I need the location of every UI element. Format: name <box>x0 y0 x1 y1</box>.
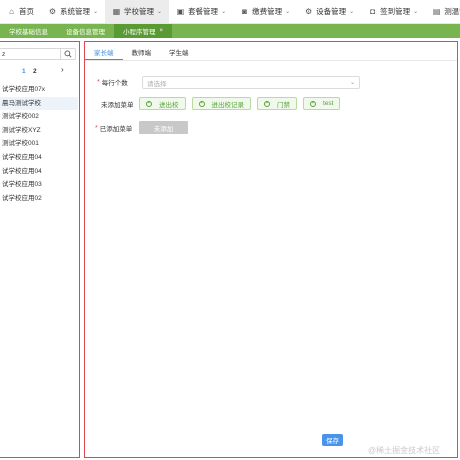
nav-item-label: 首页 <box>19 7 34 16</box>
nav-item-2[interactable]: ▦ 学校管理 ⌄ <box>105 0 170 23</box>
page-2[interactable]: 2 <box>33 68 37 75</box>
school-list-item[interactable]: 试学校应用04 <box>0 165 78 179</box>
school-list-item[interactable]: 晨马测试学校 <box>0 96 78 111</box>
school-list: 试学校应用07x 晨马测试学校 测试学校002 测试学校XYZ 测试学校001 试学校应用… <box>0 83 78 205</box>
page-tabs-bar: 学校基础信息 设备信息管理 小程序管理 × <box>0 24 460 38</box>
required-mark: * <box>97 78 100 86</box>
not-added-menu-label: 未添加菜单 <box>101 102 134 109</box>
nav-item-1[interactable]: ⚙ 系统管理 ⌄ <box>41 0 105 23</box>
client-tab-1[interactable]: 教师端 <box>123 44 161 60</box>
page-tab-2[interactable]: 小程序管理 × <box>114 24 173 38</box>
nav-item-label: 缴费管理 <box>252 7 283 16</box>
chevron-down-icon: ⌄ <box>157 9 163 15</box>
camera-icon: ◙ <box>242 7 248 16</box>
nav-item-label: 套餐管理 <box>188 7 219 16</box>
page-tab-1[interactable]: 设备信息管理 <box>57 24 114 38</box>
nav-item-3[interactable]: ▣ 套餐管理 ⌄ <box>169 0 233 23</box>
add-menu-label: test <box>323 100 334 107</box>
chevron-down-icon: ⌄ <box>413 9 419 15</box>
search-icon <box>64 50 72 58</box>
required-mark: * <box>95 124 98 132</box>
pagination: 1 2 › <box>0 65 76 76</box>
chevron-down-icon: ⌄ <box>285 9 291 15</box>
school-list-panel: z 1 2 › 试学校应用07x 晨马测试学校 测试学校002 测试学校XYZ 测试学校… <box>0 41 80 458</box>
school-list-item[interactable]: 测试学校001 <box>0 137 78 151</box>
school-list-item[interactable]: 测试学校XYZ <box>0 124 78 138</box>
search-button[interactable] <box>60 49 75 59</box>
select-placeholder: 请选择 <box>147 80 167 88</box>
client-tabs: 家长端 教师端 学生端 <box>85 44 457 61</box>
page-tab-label: 小程序管理 <box>123 29 156 36</box>
add-menu-button[interactable]: + 进出校记录 <box>191 97 251 110</box>
client-tab-0[interactable]: 家长端 <box>85 44 123 60</box>
add-menu-button[interactable]: + 进出校 <box>139 97 186 110</box>
save-button[interactable]: 保存 <box>322 434 343 446</box>
chevron-down-icon: ⌄ <box>93 9 99 15</box>
added-menu-empty-button[interactable]: 未添加 <box>139 121 188 134</box>
gear-icon: ⚙ <box>305 7 313 16</box>
nav-item-7[interactable]: ▤测温管理⌄ <box>425 0 460 23</box>
nav-item-4[interactable]: ◙ 缴费管理 ⌄ <box>233 0 297 23</box>
add-menu-button[interactable]: + test <box>303 97 341 110</box>
nav-item-label: 学校管理 <box>124 7 155 16</box>
not-added-menu-list: + 进出校 + 进出校记录 + 门禁 + test <box>139 97 341 110</box>
school-search: z <box>0 48 76 60</box>
plus-circle-icon: + <box>264 100 270 107</box>
chevron-down-icon: ⌄ <box>349 80 355 86</box>
page-1[interactable]: 1 <box>22 68 26 75</box>
briefcase-icon: ▣ <box>176 7 185 16</box>
top-nav: ⌂ 首页 ⚙ 系统管理 ⌄ ▦ 学校管理 ⌄ ▣ 套餐管理 ⌄ ◙ 缴费管理 ⌄ ⚙ 设备管理 ⌄ ◘ 签到管理 ⌄ ▤… <box>0 0 460 24</box>
per-row-select[interactable]: 请选择 ⌄ <box>142 76 360 89</box>
thermometer-icon: ▤ <box>432 7 441 16</box>
added-menu-label: * 已添加菜单 <box>95 124 133 134</box>
school-list-item[interactable]: 试学校应用07x <box>0 83 78 97</box>
nav-item-label: 测温管理 <box>444 7 460 16</box>
school-list-item[interactable]: 试学校应用04 <box>0 151 78 165</box>
page-tab-label: 学校基础信息 <box>9 29 48 36</box>
plus-circle-icon: + <box>310 100 316 107</box>
nav-item-label: 签到管理 <box>380 7 411 16</box>
chevron-down-icon: ⌄ <box>349 9 355 15</box>
watermark: @稀土掘金技术社区 <box>368 446 441 455</box>
school-list-item[interactable]: 试学校应用02 <box>0 192 78 206</box>
add-menu-label: 进出校 <box>159 101 179 109</box>
plus-circle-icon: + <box>198 100 205 107</box>
nav-item-0[interactable]: ⌂ 首页 <box>0 0 41 23</box>
chevron-down-icon: ⌄ <box>221 9 227 15</box>
search-input[interactable]: z <box>0 51 60 58</box>
page-tab-0[interactable]: 学校基础信息 <box>0 24 57 38</box>
plus-circle-icon: + <box>146 100 152 107</box>
page-tab-label: 设备信息管理 <box>66 29 105 36</box>
add-menu-label: 门禁 <box>277 101 290 109</box>
add-menu-label: 进出校记录 <box>211 101 245 109</box>
add-menu-button[interactable]: + 门禁 <box>257 97 297 110</box>
close-icon[interactable]: × <box>160 28 164 34</box>
gear-icon: ⚙ <box>48 7 57 16</box>
nav-item-label: 系统管理 <box>60 7 90 16</box>
nav-item-5[interactable]: ⚙ 设备管理 ⌄ <box>297 0 361 23</box>
school-list-item[interactable]: 测试学校002 <box>0 110 78 124</box>
home-icon: ⌂ <box>9 7 14 16</box>
miniprogram-config-panel: 家长端 教师端 学生端 * 每行个数 请选择 ⌄ 未添加菜单 + 进出校 + 进出校记录 +… <box>84 41 458 458</box>
bag-icon: ◘ <box>370 7 376 16</box>
building-icon: ▦ <box>112 7 121 16</box>
school-list-item[interactable]: 试学校应用03 <box>0 178 78 192</box>
nav-item-label: 设备管理 <box>316 7 347 16</box>
client-tab-2[interactable]: 学生端 <box>160 44 198 60</box>
next-page-icon[interactable]: › <box>61 65 64 74</box>
nav-item-6[interactable]: ◘ 签到管理 ⌄ <box>361 0 425 23</box>
per-row-field-label: * 每行个数 <box>97 78 128 88</box>
